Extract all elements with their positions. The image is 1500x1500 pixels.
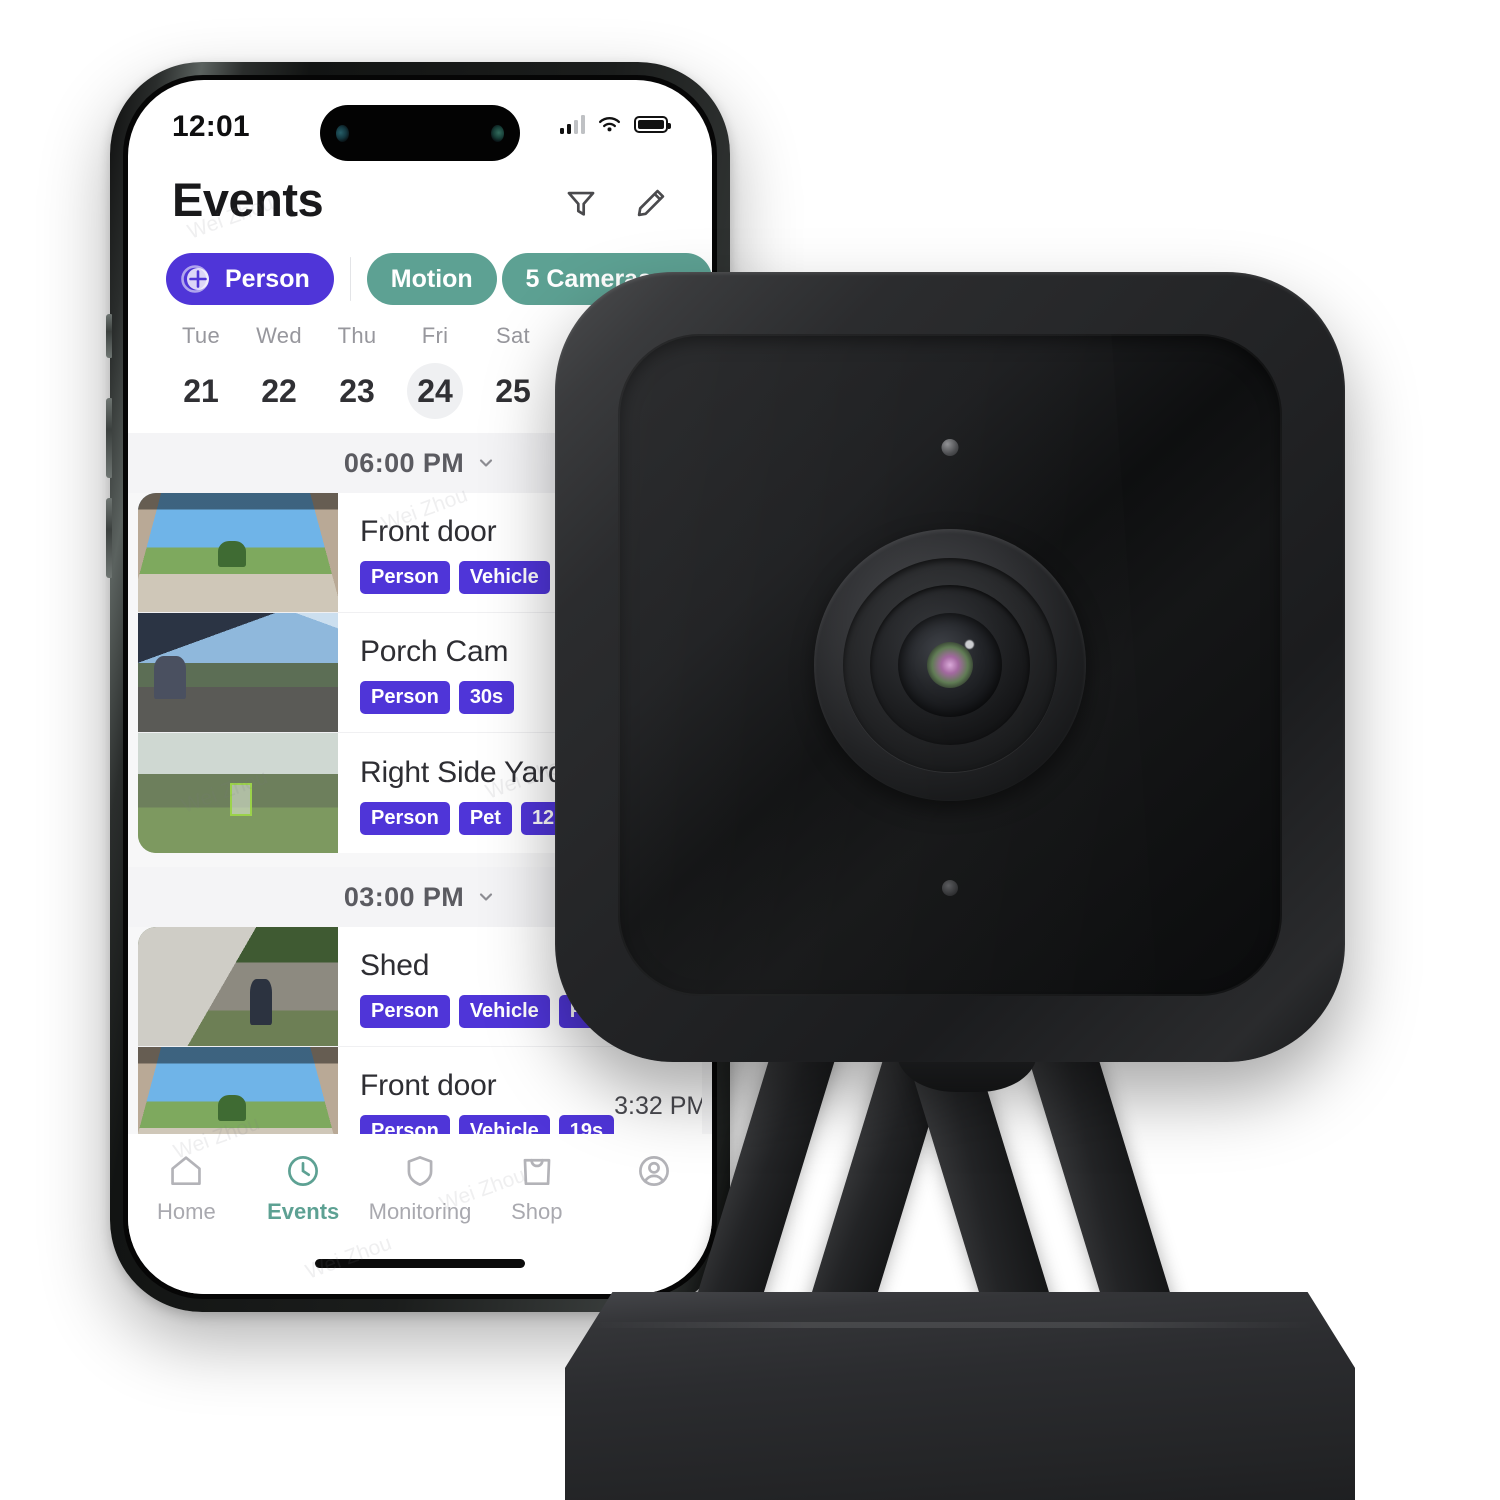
cellular-bars-icon bbox=[559, 114, 585, 134]
tab-events-label: Events bbox=[267, 1199, 340, 1224]
event-tag: Person bbox=[360, 681, 450, 714]
date-day: 25 bbox=[495, 373, 531, 409]
tab-home-label: Home bbox=[157, 1199, 216, 1224]
security-camera-product bbox=[545, 272, 1355, 1500]
event-thumbnail[interactable] bbox=[138, 613, 338, 732]
camera-lens-barrel bbox=[814, 529, 1086, 801]
date-day: 21 bbox=[183, 373, 219, 409]
date-cell-wed[interactable]: Wed 22 bbox=[240, 323, 318, 419]
chip-motion-label: Motion bbox=[390, 264, 473, 293]
chevron-down-icon bbox=[480, 459, 493, 467]
tab-home[interactable]: Home bbox=[128, 1152, 245, 1225]
screenshot-canvas: 12:01 Events Person Motion 5 Cameras Tue… bbox=[0, 0, 1500, 1500]
pencil-edit-icon[interactable] bbox=[634, 186, 668, 220]
chip-person-label: Person bbox=[225, 264, 310, 293]
event-tag: Person bbox=[360, 561, 450, 594]
tab-monitoring-label: Monitoring bbox=[368, 1199, 472, 1224]
app-header: Events bbox=[128, 166, 712, 227]
event-thumbnail[interactable] bbox=[138, 493, 338, 612]
camera-lens-ring bbox=[843, 558, 1057, 772]
status-bar-time: 12:01 bbox=[172, 110, 250, 143]
date-cell-sat[interactable]: Sat 25 bbox=[474, 323, 552, 419]
chip-person[interactable]: Person bbox=[166, 253, 334, 305]
phone-volume-up-button[interactable] bbox=[106, 398, 112, 478]
home-icon bbox=[171, 1156, 202, 1186]
header-actions bbox=[564, 180, 668, 220]
lens-specular-highlight bbox=[964, 640, 974, 650]
tab-events[interactable]: Events bbox=[245, 1152, 362, 1225]
face-id-sensor-icon bbox=[336, 124, 349, 142]
front-camera-icon bbox=[491, 124, 504, 142]
event-tag: Person bbox=[360, 801, 450, 835]
date-day: 23 bbox=[339, 373, 375, 409]
date-cell-thu[interactable]: Thu 23 bbox=[318, 323, 396, 419]
time-group-label: 03:00 PM bbox=[343, 881, 465, 912]
camera-lens-glass bbox=[898, 613, 1002, 717]
camera-front-face bbox=[618, 334, 1282, 996]
date-cell-tue[interactable]: Tue 21 bbox=[162, 323, 240, 419]
status-led-icon bbox=[941, 439, 959, 456]
person-detection-icon bbox=[179, 261, 215, 297]
phone-volume-down-button[interactable] bbox=[106, 498, 112, 578]
status-bar-indicators bbox=[559, 110, 671, 134]
shield-icon bbox=[407, 1156, 433, 1186]
event-tag: Vehicle bbox=[458, 561, 550, 594]
filter-funnel-icon[interactable] bbox=[564, 186, 598, 220]
event-tag: Person bbox=[360, 995, 450, 1028]
date-cell-fri-selected[interactable]: Fri 24 bbox=[396, 323, 474, 419]
wifi-icon bbox=[599, 117, 620, 132]
page-title: Events bbox=[172, 173, 324, 226]
event-thumbnail[interactable] bbox=[138, 733, 338, 853]
home-indicator[interactable] bbox=[315, 1259, 525, 1268]
camera-body bbox=[555, 272, 1345, 1062]
time-group-label: 06:00 PM bbox=[343, 447, 465, 478]
chevron-down-icon bbox=[480, 893, 493, 901]
date-dow: Sat bbox=[496, 323, 530, 348]
date-day: 24 bbox=[407, 363, 463, 419]
event-tag: Pet bbox=[458, 801, 512, 835]
camera-lens-iris bbox=[927, 642, 973, 688]
event-thumbnail[interactable] bbox=[138, 927, 338, 1046]
chip-motion[interactable]: Motion bbox=[366, 253, 497, 305]
chip-divider bbox=[349, 257, 351, 301]
tab-monitoring[interactable]: Monitoring bbox=[362, 1152, 479, 1225]
status-bar: 12:01 bbox=[128, 80, 712, 166]
clock-icon bbox=[288, 1156, 319, 1186]
event-tag: Vehicle bbox=[458, 995, 550, 1028]
event-tag: 30s bbox=[458, 681, 515, 714]
battery-full-icon bbox=[634, 115, 671, 133]
date-dow: Wed bbox=[256, 323, 302, 348]
date-dow: Thu bbox=[337, 323, 377, 348]
microphone-icon bbox=[942, 880, 958, 896]
dynamic-island bbox=[320, 105, 520, 161]
camera-base-highlight bbox=[585, 1322, 1315, 1328]
date-dow: Fri bbox=[421, 323, 449, 348]
camera-lens-inner-ring bbox=[870, 585, 1030, 745]
phone-mute-switch[interactable] bbox=[106, 314, 112, 358]
date-day: 22 bbox=[261, 373, 297, 409]
date-dow: Tue bbox=[182, 323, 220, 348]
